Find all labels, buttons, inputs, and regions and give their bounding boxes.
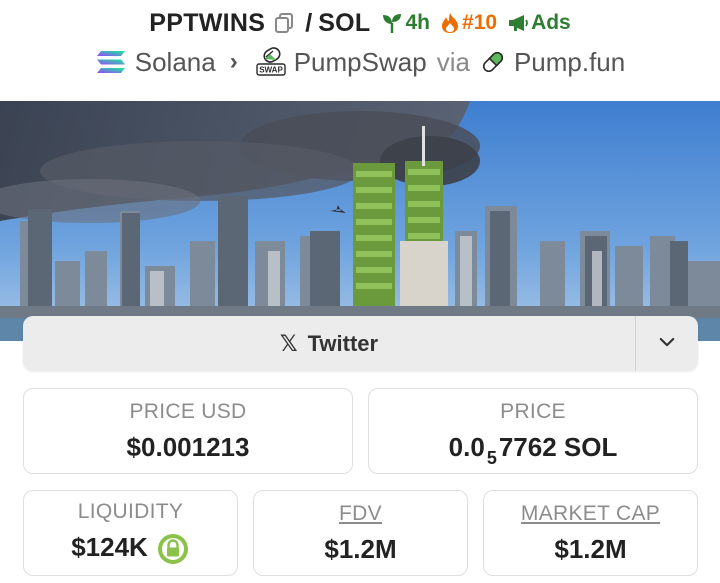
expand-socials-button[interactable]: [635, 316, 698, 371]
ads-label[interactable]: Ads: [531, 11, 571, 35]
flame-icon: [440, 12, 460, 34]
via-label: via: [436, 46, 470, 77]
market-cap-card: MARKET CAP $1.2M: [483, 490, 698, 576]
pumpfun-pill-icon: [480, 49, 506, 75]
megaphone-icon: [507, 13, 529, 33]
chevron-right-icon: ›: [229, 48, 238, 75]
chain-link[interactable]: Solana: [135, 47, 216, 78]
quote-symbol: SOL: [318, 8, 371, 37]
pair-separator: /: [305, 8, 313, 37]
fdv-label[interactable]: FDV: [339, 502, 382, 526]
pair-age: 4h: [405, 11, 431, 34]
liquidity-value-row: $124K: [71, 532, 190, 566]
breadcrumb: Solana › SWAP PumpSwap via Pump.fun: [0, 44, 720, 80]
copy-icon[interactable]: [273, 12, 295, 34]
fdv-card: FDV $1.2M: [253, 490, 468, 576]
price-native-label: PRICE: [500, 399, 566, 423]
price-usd-value: $0.001213: [126, 431, 250, 462]
fdv-value: $1.2M: [324, 533, 397, 564]
swap-badge-text: SWAP: [259, 66, 283, 75]
pumpswap-icon: SWAP: [256, 47, 286, 77]
trending-rank[interactable]: #10: [462, 11, 497, 35]
market-cap-label[interactable]: MARKET CAP: [521, 502, 660, 526]
launchpad-link[interactable]: Pump.fun: [514, 47, 625, 78]
lock-icon[interactable]: [156, 532, 190, 566]
liquidity-value: $124K: [71, 532, 148, 562]
solana-icon: [95, 49, 127, 75]
price-usd-card: PRICE USD $0.001213: [23, 388, 353, 474]
liquidity-label: LIQUIDITY: [77, 500, 184, 523]
liquidity-card: LIQUIDITY $124K: [23, 490, 238, 576]
price-native-suffix: 7762 SOL: [498, 431, 618, 462]
price-native-prefix: 0.0: [448, 431, 485, 462]
twitter-button[interactable]: 𝕏 Twitter: [23, 316, 635, 371]
price-usd-label: PRICE USD: [129, 399, 247, 423]
dex-link[interactable]: PumpSwap: [294, 47, 427, 78]
twitter-label: Twitter: [307, 330, 379, 356]
social-links-bar: 𝕏 Twitter: [23, 316, 698, 371]
price-native-card: PRICE 0.0 5 7762 SOL: [368, 388, 698, 474]
market-cap-value: $1.2M: [554, 533, 627, 564]
token-banner-image: [0, 101, 720, 341]
price-native-value: 0.0 5 7762 SOL: [448, 431, 618, 468]
price-native-zero-count: 5: [486, 447, 497, 468]
chevron-down-icon: [659, 335, 675, 353]
x-logo-icon: 𝕏: [279, 330, 298, 356]
pair-title: PPTWINS / SOL 4h #10 Ads: [0, 6, 720, 40]
sprout-icon: [381, 12, 403, 34]
token-symbol: PPTWINS: [149, 8, 266, 37]
